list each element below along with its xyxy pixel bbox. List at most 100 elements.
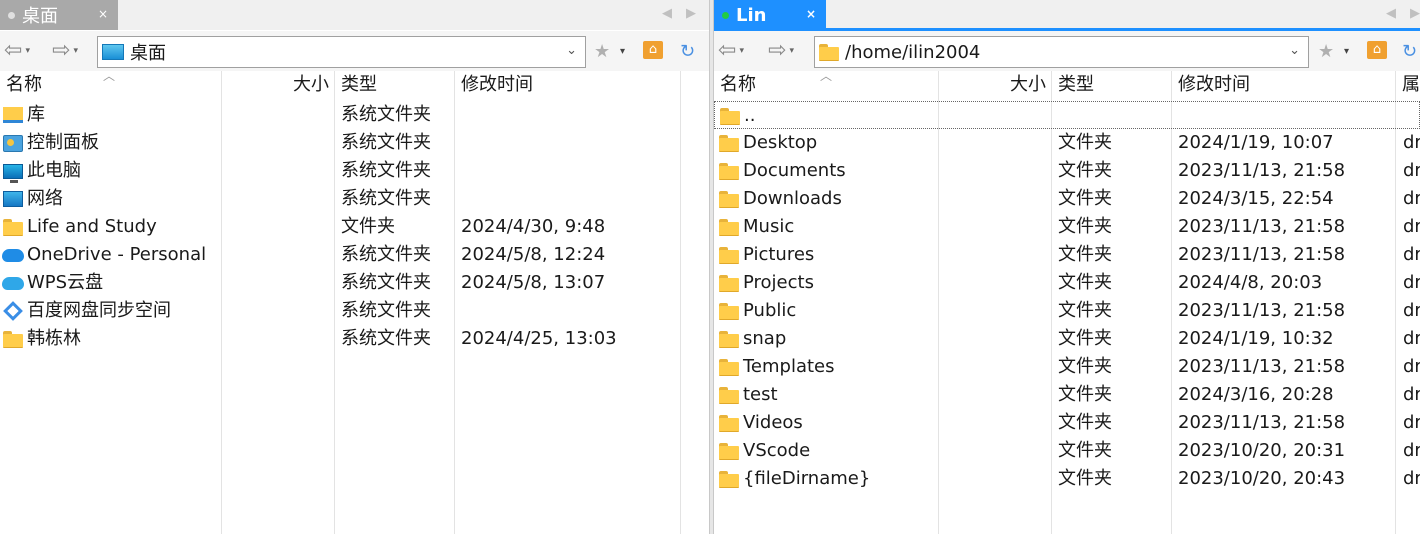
- parent-directory-row[interactable]: ..: [714, 101, 1420, 129]
- star-icon[interactable]: ★: [594, 41, 610, 62]
- chevron-down-icon[interactable]: ⌄: [1289, 43, 1300, 58]
- tab-scroll-right-icon[interactable]: ▶: [686, 6, 696, 21]
- table-row[interactable]: 控制面板 系统文件夹: [0, 129, 709, 157]
- table-row[interactable]: Templates 文件夹 2023/11/13, 21:58 dr: [714, 353, 1420, 381]
- table-row[interactable]: 百度网盘同步空间 系统文件夹: [0, 297, 709, 325]
- refresh-icon[interactable]: ↻: [1402, 41, 1417, 62]
- file-name: Videos: [743, 412, 803, 433]
- column-modified[interactable]: 修改时间: [455, 71, 539, 99]
- back-button[interactable]: ⇦ ▾: [4, 40, 30, 62]
- control-panel-icon: [2, 133, 24, 153]
- refresh-icon[interactable]: ↻: [680, 41, 695, 62]
- tab-scroll-left-icon[interactable]: ◀: [1386, 6, 1396, 21]
- right-tab-bar: Lin × ◀ ▶: [714, 0, 1420, 31]
- table-row[interactable]: 此电脑 系统文件夹: [0, 157, 709, 185]
- column-type[interactable]: 类型: [1052, 71, 1100, 99]
- chevron-down-icon[interactable]: ▾: [789, 46, 794, 56]
- table-row[interactable]: Desktop 文件夹 2024/1/19, 10:07 dr: [714, 129, 1420, 157]
- table-row[interactable]: Videos 文件夹 2023/11/13, 21:58 dr: [714, 409, 1420, 437]
- chevron-down-icon[interactable]: ▾: [25, 46, 30, 56]
- column-size[interactable]: 大小: [938, 71, 1052, 99]
- file-name: test: [743, 384, 778, 405]
- file-name: VScode: [743, 440, 811, 461]
- file-attributes: dr: [1403, 132, 1420, 153]
- table-row[interactable]: Public 文件夹 2023/11/13, 21:58 dr: [714, 297, 1420, 325]
- address-bar[interactable]: /home/ilin2004 ⌄: [814, 36, 1309, 68]
- file-name: {fileDirname}: [743, 468, 871, 489]
- star-icon[interactable]: ★: [1318, 41, 1334, 62]
- table-row[interactable]: Projects 文件夹 2024/4/8, 20:03 dr: [714, 269, 1420, 297]
- column-type[interactable]: 类型: [335, 71, 383, 99]
- file-name: snap: [743, 328, 787, 349]
- column-attributes[interactable]: 属: [1396, 71, 1420, 99]
- chevron-down-icon[interactable]: ⌄: [566, 43, 577, 58]
- table-row[interactable]: snap 文件夹 2024/1/19, 10:32 dr: [714, 325, 1420, 353]
- right-file-pane: Lin × ◀ ▶ ⇦ ▾ ⇨ ▾ /home/ilin2004 ⌄ ★ ▾ ⌂…: [714, 0, 1420, 534]
- back-icon: ⇦: [718, 38, 737, 63]
- file-type: 系统文件夹: [341, 104, 431, 125]
- folder-icon: [819, 44, 839, 61]
- address-bar[interactable]: 桌面 ⌄: [97, 36, 586, 68]
- file-attributes: dr: [1403, 216, 1420, 237]
- close-tab-icon[interactable]: ×: [98, 7, 108, 21]
- table-row[interactable]: Pictures 文件夹 2023/11/13, 21:58 dr: [714, 241, 1420, 269]
- table-row[interactable]: test 文件夹 2024/3/16, 20:28 dr: [714, 381, 1420, 409]
- folder-icon: [718, 273, 740, 293]
- column-name[interactable]: 名称: [0, 71, 48, 99]
- tab-lin[interactable]: Lin ×: [714, 0, 826, 30]
- table-row[interactable]: Music 文件夹 2023/11/13, 21:58 dr: [714, 213, 1420, 241]
- folder-icon: [718, 245, 740, 265]
- chevron-down-icon[interactable]: ▾: [739, 46, 744, 56]
- right-toolbar: ⇦ ▾ ⇨ ▾ /home/ilin2004 ⌄ ★ ▾ ⌂ ↻: [714, 31, 1420, 71]
- table-row[interactable]: Life and Study 文件夹 2024/4/30, 9:48: [0, 213, 709, 241]
- file-modified: 2024/1/19, 10:07: [1178, 132, 1334, 153]
- table-row[interactable]: OneDrive - Personal 系统文件夹 2024/5/8, 12:2…: [0, 241, 709, 269]
- file-type: 文件夹: [1058, 468, 1112, 489]
- file-modified: 2023/11/13, 21:58: [1178, 160, 1346, 181]
- home-icon[interactable]: ⌂: [643, 41, 663, 59]
- home-icon[interactable]: ⌂: [1367, 41, 1387, 59]
- file-name: Documents: [743, 160, 846, 181]
- file-attributes: dr: [1403, 300, 1420, 321]
- file-modified: 2023/11/13, 21:58: [1178, 300, 1346, 321]
- back-button[interactable]: ⇦ ▾: [718, 40, 744, 62]
- tab-scroll-left-icon[interactable]: ◀: [662, 6, 672, 21]
- file-attributes: dr: [1403, 440, 1420, 461]
- table-row[interactable]: {fileDirname} 文件夹 2023/10/20, 20:43 dr: [714, 465, 1420, 493]
- forward-button[interactable]: ⇨ ▾: [52, 40, 78, 62]
- folder-icon: [718, 441, 740, 461]
- chevron-down-icon[interactable]: ▾: [1344, 46, 1349, 57]
- file-attributes: dr: [1403, 384, 1420, 405]
- chevron-down-icon[interactable]: ▾: [620, 46, 625, 57]
- file-name: Templates: [743, 356, 835, 377]
- tab-label: 桌面: [22, 6, 58, 27]
- table-row[interactable]: 韩栋林 系统文件夹 2024/4/25, 13:03: [0, 325, 709, 353]
- table-row[interactable]: WPS云盘 系统文件夹 2024/5/8, 13:07: [0, 269, 709, 297]
- close-tab-icon[interactable]: ×: [806, 7, 816, 21]
- desktop-icon: [102, 44, 124, 60]
- left-tab-bar: 桌面 × ◀ ▶: [0, 0, 709, 30]
- forward-icon: ⇨: [52, 38, 71, 63]
- file-type: 文件夹: [1058, 188, 1112, 209]
- table-row[interactable]: Documents 文件夹 2023/11/13, 21:58 dr: [714, 157, 1420, 185]
- tab-desktop[interactable]: 桌面 ×: [0, 0, 118, 30]
- table-row[interactable]: VScode 文件夹 2023/10/20, 20:31 dr: [714, 437, 1420, 465]
- table-row[interactable]: 网络 系统文件夹: [0, 185, 709, 213]
- table-row[interactable]: Downloads 文件夹 2024/3/15, 22:54 dr: [714, 185, 1420, 213]
- file-modified: 2024/5/8, 12:24: [461, 244, 606, 265]
- file-type: 文件夹: [1058, 216, 1112, 237]
- file-type: 文件夹: [1058, 272, 1112, 293]
- column-size[interactable]: 大小: [222, 71, 335, 99]
- table-row[interactable]: 库 系统文件夹: [0, 101, 709, 129]
- column-modified[interactable]: 修改时间: [1172, 71, 1256, 99]
- library-icon: [2, 105, 24, 125]
- tab-scroll-right-icon[interactable]: ▶: [1410, 6, 1420, 21]
- chevron-down-icon[interactable]: ▾: [73, 46, 78, 56]
- column-name[interactable]: 名称: [714, 71, 762, 99]
- folder-icon: [718, 189, 740, 209]
- file-type: 文件夹: [341, 216, 395, 237]
- file-modified: 2024/1/19, 10:32: [1178, 328, 1334, 349]
- file-name: Public: [743, 300, 797, 321]
- forward-button[interactable]: ⇨ ▾: [768, 40, 794, 62]
- file-modified: 2024/4/8, 20:03: [1178, 272, 1323, 293]
